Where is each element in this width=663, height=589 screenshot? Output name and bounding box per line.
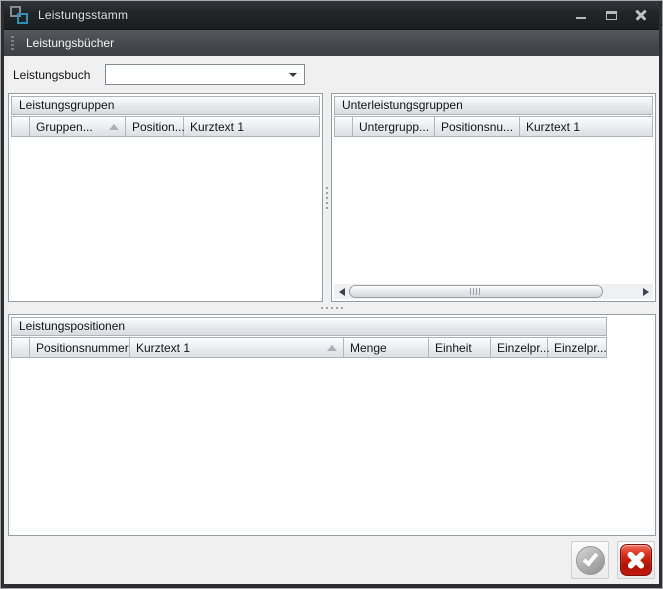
- leistungspositionen-column-headers: Positionsnummer Kurztext 1 Menge Einheit…: [11, 337, 607, 358]
- toolbar-leistungsbuecher: Leistungsbücher: [4, 29, 659, 56]
- splitter-dot: [326, 202, 328, 204]
- row-indicator-header: [12, 117, 30, 136]
- scroll-left-button[interactable]: [334, 284, 349, 299]
- row-indicator-header: [12, 338, 30, 357]
- unterleistungsgruppen-header: Unterleistungsgruppen: [334, 96, 653, 115]
- leistungsbuch-combobox[interactable]: [105, 64, 305, 85]
- scrollbar-track[interactable]: [349, 284, 638, 299]
- column-label: Einzelpr...: [554, 341, 607, 355]
- window-title: Leistungsstamm: [38, 8, 128, 22]
- column-label: Gruppen...: [36, 120, 93, 134]
- horizontal-splitter[interactable]: [4, 302, 659, 314]
- column-label: Kurztext 1: [190, 120, 244, 134]
- top-panels-row: Leistungsgruppen Gruppen... Position... …: [8, 93, 656, 302]
- leistungsgruppen-column-headers: Gruppen... Position... Kurztext 1: [11, 116, 320, 137]
- red-x-icon: [620, 544, 652, 576]
- column-header-einzelpreis-1[interactable]: Einzelpr...: [491, 338, 548, 357]
- column-header-menge[interactable]: Menge: [344, 338, 429, 357]
- maximize-icon: [606, 11, 617, 20]
- splitter-dot: [331, 307, 333, 309]
- column-label: Einzelpr...: [497, 341, 550, 355]
- app-window: Leistungsstamm Leistungsbücher Leistungs…: [0, 0, 663, 589]
- sort-ascending-icon: [109, 124, 119, 130]
- column-header-gruppennummer[interactable]: Gruppen...: [30, 117, 126, 136]
- toolbar-grip-icon[interactable]: [11, 36, 14, 51]
- splitter-dot: [326, 207, 328, 209]
- checkmark-circle-icon: [576, 546, 605, 575]
- close-button[interactable]: [629, 5, 653, 25]
- toolbar-title: Leistungsbücher: [26, 36, 114, 50]
- column-header-kurztext[interactable]: Kurztext 1: [130, 338, 344, 357]
- footer-button-bar: [4, 536, 659, 584]
- panel-leistungspositionen: Leistungspositionen Positionsnummer Kurz…: [8, 314, 656, 536]
- column-label: Position...: [132, 120, 185, 134]
- leistungspositionen-header: Leistungspositionen: [11, 317, 607, 336]
- splitter-dot: [326, 192, 328, 194]
- column-label: Kurztext 1: [526, 120, 580, 134]
- splitter-dot: [341, 307, 343, 309]
- close-icon: [635, 9, 647, 21]
- leistungsbuch-row: Leistungsbuch: [4, 56, 659, 93]
- ok-button[interactable]: [571, 541, 609, 579]
- column-label: Kurztext 1: [136, 341, 190, 355]
- column-label: Einheit: [435, 341, 472, 355]
- splitter-dot: [326, 197, 328, 199]
- scroll-right-button[interactable]: [638, 284, 653, 299]
- splitter-dot: [326, 307, 328, 309]
- chevron-down-icon: [289, 73, 297, 77]
- app-icon: [10, 6, 28, 24]
- panel-unterleistungsgruppen: Unterleistungsgruppen Untergrupp... Posi…: [331, 93, 656, 302]
- window-controls: [569, 5, 653, 25]
- scrollbar-grip-icon: [470, 288, 482, 295]
- minimize-button[interactable]: [569, 5, 593, 25]
- column-label: Menge: [350, 341, 387, 355]
- row-indicator-header: [335, 117, 353, 136]
- leistungspositionen-grid-body[interactable]: [11, 358, 653, 533]
- leistungsgruppen-grid-body[interactable]: [11, 137, 320, 299]
- column-header-positionsnummer[interactable]: Position...: [126, 117, 184, 136]
- splitter-dot: [336, 307, 338, 309]
- unterleistungsgruppen-column-headers: Untergrupp... Positionsnu... Kurztext 1: [334, 116, 653, 137]
- cancel-button[interactable]: [617, 541, 655, 579]
- column-header-kurztext[interactable]: Kurztext 1: [520, 117, 652, 136]
- leistungsbuch-label: Leistungsbuch: [13, 68, 105, 82]
- column-header-positionsnummer[interactable]: Positionsnummer: [30, 338, 130, 357]
- triangle-right-icon: [643, 288, 649, 296]
- column-label: Positionsnummer: [36, 341, 129, 355]
- column-header-untergruppennummer[interactable]: Untergrupp...: [353, 117, 435, 136]
- maximize-button[interactable]: [599, 5, 623, 25]
- leistungsgruppen-header: Leistungsgruppen: [11, 96, 320, 115]
- title-bar[interactable]: Leistungsstamm: [4, 1, 659, 29]
- leistungspositionen-header-block: Leistungspositionen Positionsnummer Kurz…: [11, 317, 607, 358]
- column-label: Positionsnu...: [441, 120, 513, 134]
- column-header-positionsnummer[interactable]: Positionsnu...: [435, 117, 520, 136]
- splitter-dot: [321, 307, 323, 309]
- vertical-splitter[interactable]: [323, 93, 331, 302]
- column-header-einzelpreis-2[interactable]: Einzelpr...: [548, 338, 606, 357]
- splitter-dot: [326, 187, 328, 189]
- column-header-kurztext[interactable]: Kurztext 1: [184, 117, 319, 136]
- minimize-icon: [576, 17, 586, 19]
- teal-square-icon: [17, 13, 28, 24]
- content-area: Leistungsbuch Leistungsgruppen Gruppen..…: [4, 56, 659, 584]
- panel-leistungsgruppen: Leistungsgruppen Gruppen... Position... …: [8, 93, 323, 302]
- column-label: Untergrupp...: [359, 120, 429, 134]
- triangle-left-icon: [339, 288, 345, 296]
- horizontal-scrollbar: [334, 284, 653, 299]
- unterleistungsgruppen-grid-body[interactable]: [334, 137, 653, 284]
- sort-ascending-icon: [327, 345, 337, 351]
- column-header-einheit[interactable]: Einheit: [429, 338, 491, 357]
- scrollbar-thumb[interactable]: [349, 285, 603, 298]
